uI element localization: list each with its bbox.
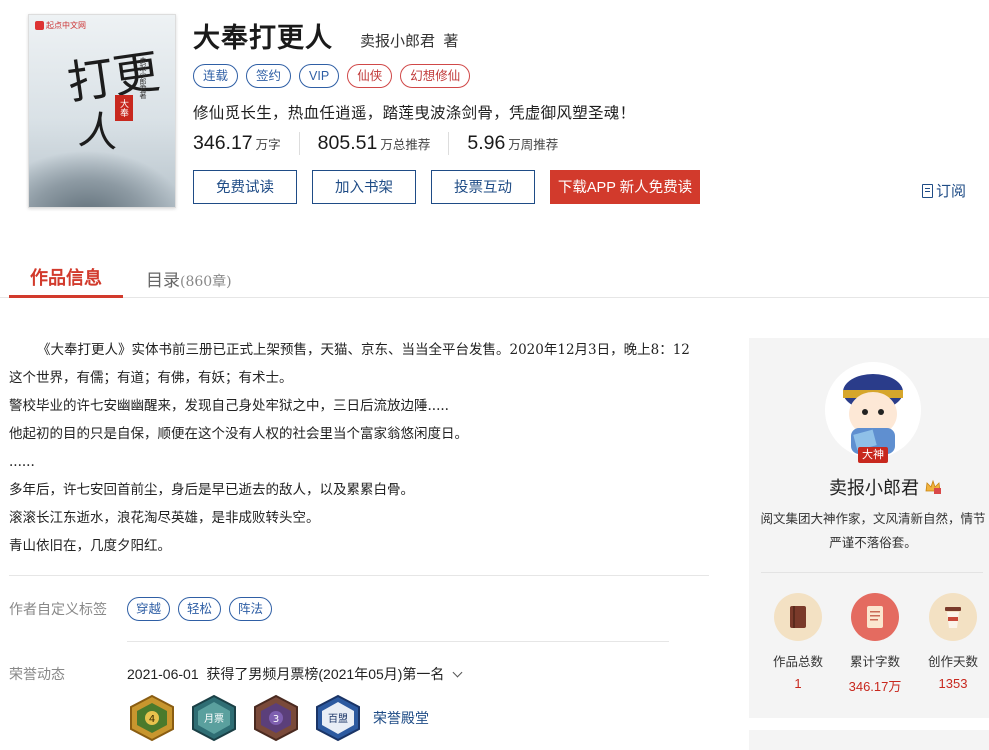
badge-text: 4 — [149, 714, 155, 725]
cover-mountain — [29, 150, 175, 207]
level-3-badge[interactable]: 3 — [251, 694, 301, 742]
stat-word-count: 346.17 万字 — [193, 132, 300, 155]
description-line: 这个世界，有儒；有道；有佛，有妖；有术士。 — [9, 370, 293, 386]
custom-tags: 穿越 轻松 阵法 — [127, 597, 273, 621]
stat-value: 5.96 — [467, 132, 506, 154]
stat-unit: 万字 — [255, 138, 281, 152]
description-line: 青山依旧在，几度夕阳红。 — [9, 538, 171, 554]
author-name[interactable]: 卖报小郎君 — [829, 474, 941, 500]
book-icon — [774, 593, 822, 641]
tabs-divider — [0, 297, 989, 298]
author-stat-works: 作品总数 1 — [758, 593, 838, 691]
description-line: 多年后，许七安回首前尘，身后是早已逝去的敌人，以及累累白骨。 — [9, 482, 414, 498]
stat-weekly-recommend: 5.96 万周推荐 — [467, 132, 576, 155]
book-stats: 346.17 万字 805.51 万总推荐 5.96 万周推荐 — [193, 132, 594, 155]
add-to-shelf-button[interactable]: 加入书架 — [312, 170, 416, 204]
tag-signed[interactable]: 签约 — [246, 64, 292, 88]
stat-label: 累计字数 — [849, 655, 900, 669]
stat-label: 作品总数 — [772, 655, 823, 669]
author-level-badge: 大神 — [858, 447, 888, 463]
free-read-button[interactable]: 免费试读 — [193, 170, 297, 204]
book-description: 《大奉打更人》实体书前三册已正式上架预售，天猫、京东、当当全平台发售。2020年… — [9, 336, 729, 560]
divider — [761, 572, 983, 573]
tab-catalog-count: (860章) — [180, 274, 232, 290]
author-bio: 阅文集团大神作家，文风清新自然，情节严谨不落俗套。 — [760, 512, 986, 550]
stat-value: 346.17万 — [848, 679, 902, 694]
subscribe-link[interactable]: 订阅 — [922, 180, 966, 201]
tab-catalog-label: 目录 — [146, 271, 180, 291]
stat-value: 805.51 — [317, 132, 378, 154]
stat-total-recommend: 805.51 万总推荐 — [318, 132, 450, 155]
stat-value: 346.17 — [193, 132, 253, 154]
author-stat-words: 累计字数 346.17万 — [835, 593, 915, 695]
author-link[interactable]: 卖报小郎君 — [360, 33, 435, 50]
stat-unit: 万总推荐 — [380, 138, 431, 152]
avatar-illustration — [825, 362, 921, 458]
subscribe-label: 订阅 — [936, 183, 967, 200]
description-line: 他起初的目的只是自保，顺便在这个没有人权的社会里当个富家翁悠闲度日。 — [9, 426, 468, 442]
cover-seal: 大奉 — [115, 95, 133, 121]
brand-logo-icon — [35, 21, 44, 31]
divider — [127, 641, 669, 642]
author-stat-days: 创作天数 1353 — [913, 593, 989, 691]
document-icon — [851, 593, 899, 641]
author-avatar[interactable] — [825, 362, 921, 458]
tag-subgenre[interactable]: 幻想修仙 — [400, 64, 471, 88]
description-line: 滚滚长江东逝水，浪花淘尽英雄，是非成败转头空。 — [9, 510, 320, 526]
stat-label: 创作天数 — [927, 655, 978, 669]
stat-value: 1353 — [938, 676, 968, 691]
side-panel-next — [749, 730, 989, 750]
level-4-badge[interactable]: 4 — [127, 694, 177, 742]
honor-latest[interactable]: 2021-06-01 获得了男频月票榜(2021年05月)第一名 — [127, 664, 463, 684]
tab-book-info[interactable]: 作品信息 — [9, 264, 123, 290]
chevron-down-icon — [452, 667, 463, 677]
cover-brand: 起点中文网 — [35, 20, 86, 31]
book-title: 大奉打更人 — [193, 23, 333, 53]
book-intro: 修仙觅长生，热血任逍遥，踏莲曳波涤剑骨，凭虚御风塑圣魂！ — [193, 105, 636, 122]
stat-unit: 万周推荐 — [508, 138, 559, 152]
tag-genre[interactable]: 仙侠 — [347, 64, 393, 88]
stat-value: 1 — [794, 676, 802, 691]
badge-text: 月票 — [204, 713, 224, 725]
book-tags: 连载 签约 VIP 仙侠 幻想修仙 — [193, 64, 471, 88]
monthly-ticket-badge[interactable]: 月票 — [189, 694, 239, 742]
description-line: ...... — [9, 454, 35, 470]
book-cover[interactable]: 起点中文网 打更 人 大奉 卖报小郎君著 — [28, 14, 176, 208]
author-name-text: 卖报小郎君 — [829, 478, 919, 498]
badge-text: 3 — [273, 714, 279, 725]
book-author: 卖报小郎君 著 — [360, 30, 458, 51]
download-app-button[interactable]: 下载APP 新人免费读 — [550, 170, 700, 204]
tag-status[interactable]: 连载 — [193, 64, 239, 88]
document-icon — [922, 183, 933, 198]
cover-vertical-text: 卖报小郎君著 — [139, 57, 146, 99]
hundred-alliance-badge[interactable]: 百盟 — [313, 694, 363, 742]
cup-icon — [929, 593, 977, 641]
custom-tag[interactable]: 轻松 — [178, 597, 222, 621]
crown-icon — [925, 479, 941, 494]
vote-button[interactable]: 投票互动 — [431, 170, 535, 204]
honor-badges: 4 月票 3 百盟 荣誉殿堂 — [127, 694, 429, 742]
honors-label: 荣誉动态 — [9, 666, 65, 682]
description-line: 《大奉打更人》实体书前三册已正式上架预售，天猫、京东、当当全平台发售。2020年… — [37, 342, 690, 358]
tag-vip[interactable]: VIP — [299, 64, 340, 88]
badge-text: 百盟 — [328, 713, 348, 725]
custom-tag[interactable]: 阵法 — [229, 597, 273, 621]
custom-tags-label: 作者自定义标签 — [9, 601, 107, 617]
tab-catalog[interactable]: 目录(860章) — [146, 266, 232, 291]
divider — [9, 575, 709, 576]
custom-tag[interactable]: 穿越 — [127, 597, 171, 621]
cover-brand-text: 起点中文网 — [46, 21, 86, 30]
description-line: 警校毕业的许七安幽幽醒来，发现自己身处牢狱之中，三日后流放边陲..... — [9, 398, 449, 414]
tab-active-indicator — [9, 295, 123, 298]
honor-latest-text: 2021-06-01 获得了男频月票榜(2021年05月)第一名 — [127, 666, 445, 682]
author-suffix: 著 — [443, 33, 459, 50]
honor-hall-link[interactable]: 荣誉殿堂 — [373, 708, 429, 728]
